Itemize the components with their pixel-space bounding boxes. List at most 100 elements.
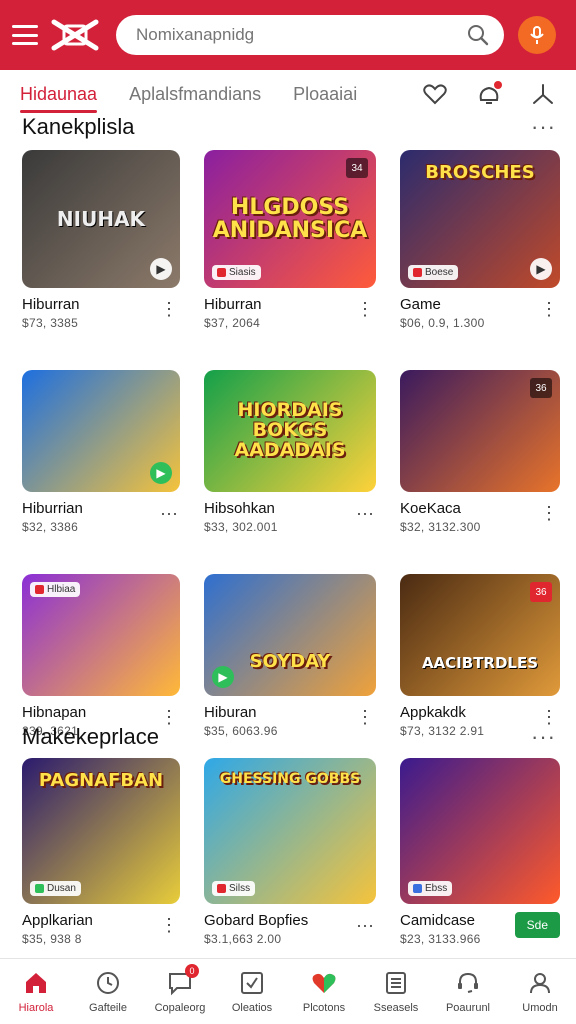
app-thumbnail[interactable]: BROSCHES ▶ Boese — [400, 150, 560, 288]
app-badge: Siasis — [212, 265, 261, 280]
top-app-bar — [0, 0, 576, 70]
app-card[interactable]: GHESSING GOBBS Silss Gobard Bopfies $3.1… — [204, 758, 376, 946]
app-thumbnail[interactable]: HIORDAIS BOKGS AADADAIS — [204, 370, 376, 492]
nav-item-list[interactable]: Sseasels — [360, 959, 432, 1024]
app-name: Hibsohkan — [204, 500, 275, 517]
thumbnail-title: PAGNAFBAN — [38, 770, 164, 791]
app-thumbnail[interactable]: AACIBTRDLES 36 — [400, 574, 560, 696]
rating-tag: 34 — [346, 158, 368, 178]
app-badge: Ebss — [408, 881, 453, 896]
app-card[interactable]: SOYDAY ▶ Hiburan $35, 6063.96 ⋮ — [204, 574, 376, 738]
app-card[interactable]: Ebss Camidcase $23, 3133.966 Sde — [400, 758, 560, 946]
play-icon[interactable]: ▶ — [530, 258, 552, 280]
app-price: $32, 3132.300 — [400, 520, 481, 534]
nav-item-chat[interactable]: 0 Copaleorg — [144, 959, 216, 1024]
app-logo[interactable] — [46, 14, 104, 56]
app-card[interactable]: 36 KoeKaca $32, 3132.300 ⋮ — [400, 370, 560, 534]
app-thumbnail[interactable]: 36 — [400, 370, 560, 492]
card-menu-icon[interactable]: ⋮ — [158, 296, 180, 322]
app-card[interactable]: HIORDAIS BOKGS AADADAIS Hibsohkan $33, 3… — [204, 370, 376, 534]
thumbnail-title: HIORDAIS BOKGS AADADAIS — [234, 399, 346, 461]
voice-search-button[interactable] — [518, 16, 556, 54]
app-thumbnail[interactable]: ▶ — [22, 370, 180, 492]
nav-label: Copaleorg — [154, 1001, 206, 1014]
microphone-icon — [530, 26, 544, 44]
card-menu-icon[interactable]: ··· — [158, 500, 180, 526]
section-title: Kanekplisla — [22, 114, 135, 139]
app-thumbnail[interactable]: SOYDAY ▶ — [204, 574, 376, 696]
app-price: $37, 2064 — [204, 316, 261, 330]
nav-label: Plcotons — [302, 1001, 346, 1014]
play-icon[interactable]: ▶ — [150, 258, 172, 280]
app-card[interactable]: Hlbiaa Hibnapan 239, 3621 ⋮ — [22, 574, 180, 738]
app-badge: Dusan — [30, 881, 81, 896]
play-icon[interactable]: ▶ — [150, 462, 172, 484]
tab-popular[interactable]: Ploaaiai — [293, 72, 357, 117]
tab-applications[interactable]: Aplalsfmandians — [129, 72, 261, 117]
app-name: KoeKaca — [400, 500, 461, 517]
app-card[interactable]: NIUHAK ▶ Hiburran $73, 3385 ⋮ — [22, 150, 180, 330]
chat-badge: 0 — [185, 963, 199, 978]
rating-tag: 36 — [530, 378, 552, 398]
nav-item-clock[interactable]: Gafteile — [72, 959, 144, 1024]
app-price: $32, 3386 — [22, 520, 79, 534]
app-thumbnail[interactable]: Hlbiaa — [22, 574, 180, 696]
thumbnail-title: BROSCHES — [425, 162, 535, 183]
app-price: $3.1,663 2.00 — [204, 932, 282, 946]
nav-item-support[interactable]: Poaurunl — [432, 959, 504, 1024]
more-options-icon[interactable]: ··· — [531, 726, 556, 748]
thumbnail-title: HLGDOSS ANIDANSICA — [212, 194, 368, 243]
favorites-heart-icon[interactable] — [422, 81, 448, 107]
app-card[interactable]: AACIBTRDLES 36 Appkakdk $73, 3132 2.91 ⋮ — [400, 574, 560, 738]
app-price: $06, 0.9, 1.300 — [400, 316, 485, 330]
category-tabs: Hidaunaa Aplalsfmandians Ploaaiai — [0, 70, 576, 118]
app-grid: PAGNAFBAN Dusan Applkarian $35, 938 8 ⋮ … — [22, 758, 560, 946]
app-thumbnail[interactable]: PAGNAFBAN Dusan — [22, 758, 180, 904]
thumbnail-title: AACIBTRDLES — [421, 654, 539, 673]
menu-icon[interactable] — [12, 25, 38, 45]
app-thumbnail[interactable]: NIUHAK ▶ — [22, 150, 180, 288]
nav-item-heart[interactable]: Plcotons — [288, 959, 360, 1024]
headset-icon — [455, 970, 481, 996]
chat-icon: 0 — [167, 963, 199, 996]
search-bar[interactable] — [116, 15, 504, 55]
nav-item-profile[interactable]: Umodn — [504, 959, 576, 1024]
share-icon[interactable] — [530, 81, 556, 107]
app-badge: Silss — [212, 881, 256, 896]
notifications-icon[interactable] — [476, 81, 502, 107]
app-price: $73, 3385 — [22, 316, 79, 330]
app-card[interactable]: PAGNAFBAN Dusan Applkarian $35, 938 8 ⋮ — [22, 758, 180, 946]
list-icon — [383, 970, 409, 996]
app-thumbnail[interactable]: GHESSING GOBBS Silss — [204, 758, 376, 904]
app-card[interactable]: HLGDOSS ANIDANSICA 34 Siasis Hiburran $3… — [204, 150, 376, 330]
bottom-navigation: Hiarola Gafteile 0 Copaleorg Oleatios Pl… — [0, 958, 576, 1024]
nav-label: Oleatios — [231, 1001, 273, 1014]
section-title: Makekeprlace — [22, 724, 159, 749]
app-badge: Boese — [408, 265, 459, 280]
card-menu-icon[interactable]: ⋮ — [538, 296, 560, 322]
tab-home[interactable]: Hidaunaa — [20, 72, 98, 117]
nav-item-home[interactable]: Hiarola — [0, 959, 72, 1024]
app-thumbnail[interactable]: HLGDOSS ANIDANSICA 34 Siasis — [204, 150, 376, 288]
more-options-icon[interactable]: ··· — [531, 116, 556, 138]
app-name: Game — [400, 296, 441, 313]
app-name: Hiburan — [204, 704, 257, 721]
app-name: Applkarian — [22, 912, 93, 929]
card-menu-icon[interactable]: ⋮ — [158, 912, 180, 938]
clock-icon — [95, 970, 121, 996]
app-card[interactable]: BROSCHES ▶ Boese Game $06, 0.9, 1.300 ⋮ — [400, 150, 560, 330]
play-icon[interactable]: ▶ — [212, 666, 234, 688]
nav-item-check[interactable]: Oleatios — [216, 959, 288, 1024]
user-icon — [527, 970, 553, 996]
search-icon[interactable] — [466, 23, 490, 47]
card-menu-icon[interactable]: ··· — [354, 500, 376, 526]
card-menu-icon[interactable]: ··· — [354, 912, 376, 938]
card-menu-icon[interactable]: ⋮ — [354, 296, 376, 322]
app-price: $35, 938 8 — [22, 932, 82, 946]
search-input[interactable] — [136, 25, 466, 45]
app-card[interactable]: ▶ Hiburrian $32, 3386 ··· — [22, 370, 180, 534]
thumbnail-title: GHESSING GOBBS — [219, 771, 361, 787]
app-thumbnail[interactable]: Ebss — [400, 758, 560, 904]
card-menu-icon[interactable]: ⋮ — [538, 500, 560, 526]
install-button[interactable]: Sde — [514, 912, 560, 938]
